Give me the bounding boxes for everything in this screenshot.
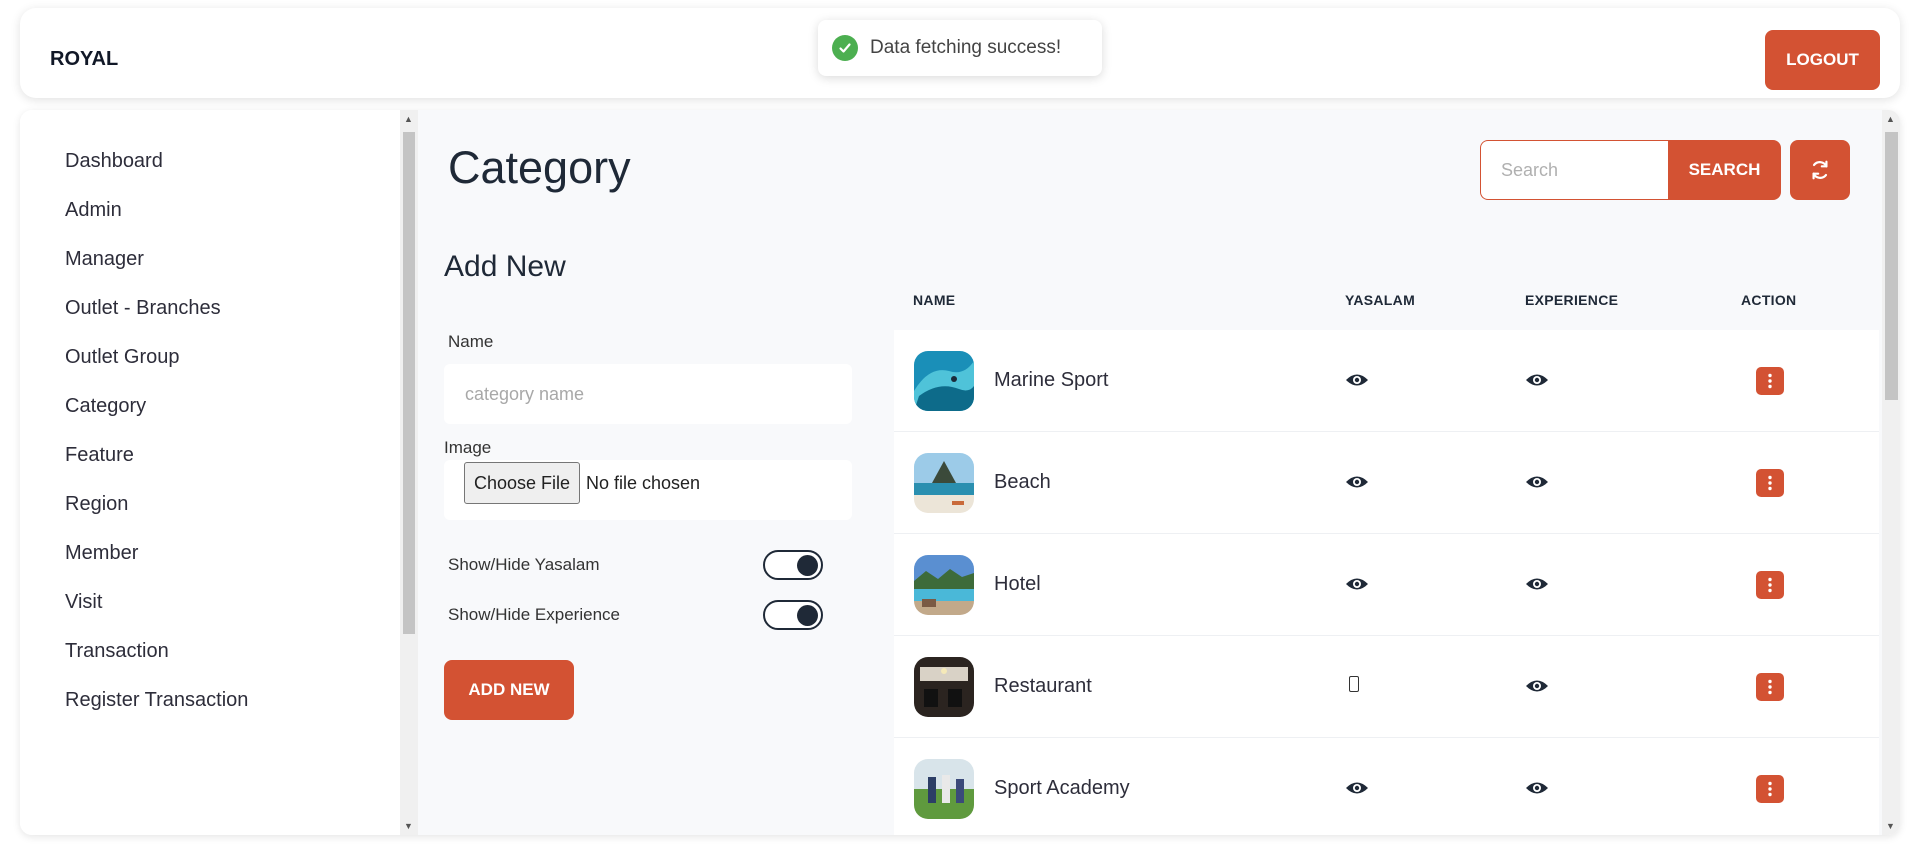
- scroll-up-arrow-icon[interactable]: ▲: [1886, 114, 1895, 124]
- scroll-down-arrow-icon[interactable]: ▼: [404, 821, 413, 831]
- search-bar: SEARCH: [1480, 140, 1781, 200]
- missing-glyph-icon[interactable]: [1349, 676, 1359, 692]
- sidebar-item-admin[interactable]: Admin: [65, 199, 122, 222]
- search-input[interactable]: [1480, 140, 1668, 200]
- eye-icon[interactable]: [1525, 575, 1549, 593]
- table-row: Beach: [894, 432, 1879, 534]
- category-name: Restaurant: [994, 675, 1092, 697]
- column-header-name: NAME: [913, 292, 956, 308]
- category-thumbnail: [914, 657, 974, 717]
- sidebar-item-register-transaction[interactable]: Register Transaction: [65, 689, 248, 712]
- add-new-button[interactable]: ADD NEW: [444, 660, 574, 720]
- main-scrollbar[interactable]: ▲ ▼: [1882, 110, 1900, 835]
- category-thumbnail: [914, 759, 974, 819]
- sidebar-item-transaction[interactable]: Transaction: [65, 640, 169, 663]
- column-header-action: ACTION: [1741, 292, 1797, 308]
- sidebar-item-member[interactable]: Member: [65, 542, 138, 565]
- category-thumbnail: [914, 351, 974, 411]
- eye-icon[interactable]: [1525, 371, 1549, 389]
- image-label: Image: [444, 438, 492, 457]
- category-name: Marine Sport: [994, 369, 1109, 391]
- kebab-menu-icon: [1768, 781, 1772, 797]
- sidebar-item-visit[interactable]: Visit: [65, 591, 102, 614]
- row-action-menu-button[interactable]: [1756, 367, 1784, 395]
- main-scroll-thumb[interactable]: [1885, 132, 1898, 400]
- category-thumbnail: [914, 555, 974, 615]
- eye-icon[interactable]: [1345, 473, 1369, 491]
- toggle-experience[interactable]: [763, 600, 823, 630]
- table-row: Sport Academy: [894, 738, 1879, 835]
- logout-button[interactable]: LOGOUT: [1765, 30, 1880, 90]
- success-toast: Data fetching success!: [818, 20, 1102, 76]
- table-row: Marine Sport: [894, 330, 1879, 432]
- column-header-experience: EXPERIENCE: [1525, 292, 1619, 308]
- sidebar-item-region[interactable]: Region: [65, 493, 128, 516]
- table-row: Hotel: [894, 534, 1879, 636]
- file-status: No file chosen: [586, 473, 701, 493]
- column-header-yasalam: YASALAM: [1345, 292, 1416, 308]
- row-action-menu-button[interactable]: [1756, 775, 1784, 803]
- scroll-up-arrow-icon[interactable]: ▲: [404, 114, 413, 124]
- category-table: Marine Sport Beach Hotel Restaurant Spor…: [894, 330, 1879, 835]
- sidebar-item-outlet-branches[interactable]: Outlet - Branches: [65, 297, 221, 320]
- category-thumbnail: [914, 453, 974, 513]
- row-action-menu-button[interactable]: [1756, 673, 1784, 701]
- sidebar-scrollbar[interactable]: ▲ ▼: [400, 110, 418, 835]
- page-title: Category: [448, 142, 631, 193]
- eye-icon[interactable]: [1525, 473, 1549, 491]
- search-button[interactable]: SEARCH: [1668, 140, 1781, 200]
- eye-icon[interactable]: [1525, 779, 1549, 797]
- sidebar-item-dashboard[interactable]: Dashboard: [65, 150, 163, 173]
- add-new-heading: Add New: [444, 250, 566, 283]
- sidebar-item-outlet-group[interactable]: Outlet Group: [65, 346, 180, 369]
- category-name: Hotel: [994, 573, 1041, 595]
- category-name-input[interactable]: [444, 364, 852, 424]
- category-name: Beach: [994, 471, 1051, 493]
- toast-message: Data fetching success!: [870, 37, 1062, 58]
- eye-icon[interactable]: [1525, 677, 1549, 695]
- toggle-yasalam-label: Show/Hide Yasalam: [448, 555, 600, 574]
- sidebar-item-feature[interactable]: Feature: [65, 444, 134, 467]
- category-name: Sport Academy: [994, 777, 1130, 799]
- refresh-button[interactable]: [1790, 140, 1850, 200]
- row-action-menu-button[interactable]: [1756, 469, 1784, 497]
- check-circle-icon: [832, 35, 858, 61]
- eye-icon[interactable]: [1345, 575, 1369, 593]
- toggle-yasalam[interactable]: [763, 550, 823, 580]
- toggle-experience-label: Show/Hide Experience: [448, 605, 620, 624]
- main-content: Category SEARCH Add New Name Image Choos…: [418, 110, 1900, 835]
- app-shell: Dashboard Admin Manager Outlet - Branche…: [20, 110, 1900, 835]
- sidebar-item-category[interactable]: Category: [65, 395, 146, 418]
- sidebar: Dashboard Admin Manager Outlet - Branche…: [20, 110, 400, 835]
- image-field-wrapper: Choose File No file chosen: [444, 460, 852, 520]
- brand-logo: ROYAL: [50, 48, 119, 70]
- kebab-menu-icon: [1768, 679, 1772, 695]
- row-action-menu-button[interactable]: [1756, 571, 1784, 599]
- choose-file-button[interactable]: Choose File: [464, 462, 580, 504]
- toggle-knob: [797, 605, 818, 626]
- table-row: Restaurant: [894, 636, 1879, 738]
- eye-icon[interactable]: [1345, 371, 1369, 389]
- scroll-down-arrow-icon[interactable]: ▼: [1886, 821, 1895, 831]
- sidebar-item-manager[interactable]: Manager: [65, 248, 144, 271]
- refresh-icon: [1812, 160, 1828, 180]
- eye-icon[interactable]: [1345, 779, 1369, 797]
- kebab-menu-icon: [1768, 475, 1772, 491]
- name-label: Name: [448, 332, 494, 351]
- kebab-menu-icon: [1768, 577, 1772, 593]
- sidebar-scroll-thumb[interactable]: [403, 132, 415, 634]
- kebab-menu-icon: [1768, 373, 1772, 389]
- name-field-wrapper: [444, 364, 852, 424]
- toggle-knob: [797, 555, 818, 576]
